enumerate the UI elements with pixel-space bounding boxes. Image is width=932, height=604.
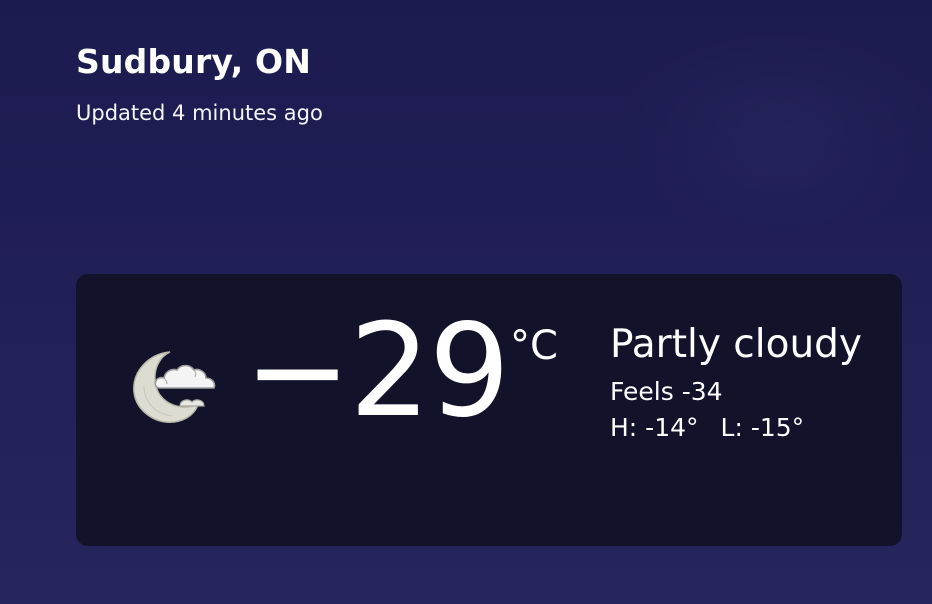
- condition-label: Partly cloudy: [610, 322, 862, 367]
- current-temperature: −29: [244, 297, 510, 446]
- location-title: Sudbury, ON: [76, 42, 312, 81]
- low-temperature: L: -15°: [720, 413, 805, 442]
- background-glow: [620, 20, 932, 240]
- high-temperature: H: -14°: [610, 413, 699, 442]
- updated-timestamp: Updated 4 minutes ago: [76, 101, 323, 125]
- temperature-unit: °C: [510, 323, 558, 369]
- high-low: H: -14° L: -15°: [610, 413, 804, 443]
- feels-like: Feels -34: [610, 377, 723, 406]
- current-conditions-card: −29 °C Partly cloudy Feels -34 H: -14° L:…: [76, 274, 902, 546]
- partly-cloudy-night-icon: [130, 346, 222, 428]
